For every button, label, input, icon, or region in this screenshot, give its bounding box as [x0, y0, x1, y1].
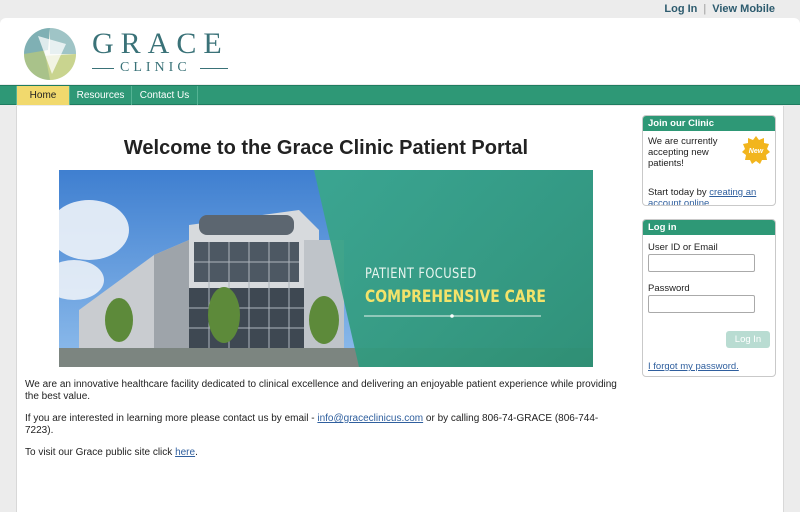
join-panel-cta: Start today by creating an account onlin… [648, 187, 770, 206]
user-id-label: User ID or Email [648, 242, 718, 253]
public-site-link[interactable]: here [175, 447, 195, 458]
grace-clinic-logo-icon[interactable] [22, 26, 78, 82]
page-title: Welcome to the Grace Clinic Patient Port… [123, 137, 529, 159]
nav-resources-tab[interactable]: Resources [70, 86, 132, 105]
brand-name: GRACE [92, 27, 229, 60]
contact-email-link[interactable]: info@graceclinicus.com [317, 413, 423, 424]
password-input[interactable] [648, 295, 755, 313]
login-button[interactable]: Log In [726, 331, 770, 348]
password-label: Password [648, 283, 690, 294]
join-cta-text: Start today by [648, 187, 710, 198]
contact-text-before: If you are interested in learning more p… [25, 413, 318, 424]
top-separator: | [703, 3, 707, 15]
public-site-text-end: . [195, 447, 198, 458]
user-id-input[interactable] [648, 254, 755, 272]
nav-contact-tab[interactable]: Contact Us [132, 86, 198, 105]
join-cta-end: . [709, 198, 712, 206]
brand-rule-left [92, 68, 114, 69]
site-header: GRACE CLINIC [0, 18, 800, 84]
top-utility-bar: Log In | View Mobile [0, 0, 800, 18]
public-site-text: To visit our Grace public site click [25, 447, 176, 458]
brand-sub: CLINIC [120, 60, 191, 75]
main-nav: Home Resources Contact Us [0, 85, 800, 105]
join-panel-text: We are currently accepting new patients! [648, 136, 718, 169]
intro-paragraph: We are an innovative healthcare facility… [25, 379, 617, 402]
clinic-building-image [59, 170, 593, 367]
hero-banner: PATIENT FOCUSED COMPREHENSIVE CARE [59, 170, 593, 367]
nav-home-tab[interactable]: Home [16, 86, 70, 105]
banner-tagline-1: PATIENT FOCUSED [365, 266, 477, 282]
brand-rule-right [200, 68, 228, 69]
login-panel: Log in User ID or Email Password Log In … [642, 219, 776, 377]
top-login-link[interactable]: Log In [664, 3, 697, 15]
new-badge-icon: New [742, 136, 770, 164]
join-clinic-panel: Join our Clinic We are currently accepti… [642, 115, 776, 206]
contact-paragraph: If you are interested in learning more p… [25, 413, 625, 437]
forgot-password-link[interactable]: I forgot my password. [648, 361, 739, 372]
brand-wordmark: GRACE CLINIC [92, 27, 232, 76]
public-site-paragraph: To visit our Grace public site click her… [25, 447, 625, 459]
view-mobile-link[interactable]: View Mobile [712, 3, 775, 15]
new-badge-label: New [749, 148, 764, 155]
join-panel-title: Join our Clinic [643, 116, 775, 131]
login-panel-title: Log in [643, 220, 775, 235]
join-panel-body: We are currently accepting new patients!… [643, 131, 775, 206]
banner-tagline-2: COMPREHENSIVE CARE [365, 287, 546, 307]
brand-sub-row: CLINIC [92, 60, 232, 76]
